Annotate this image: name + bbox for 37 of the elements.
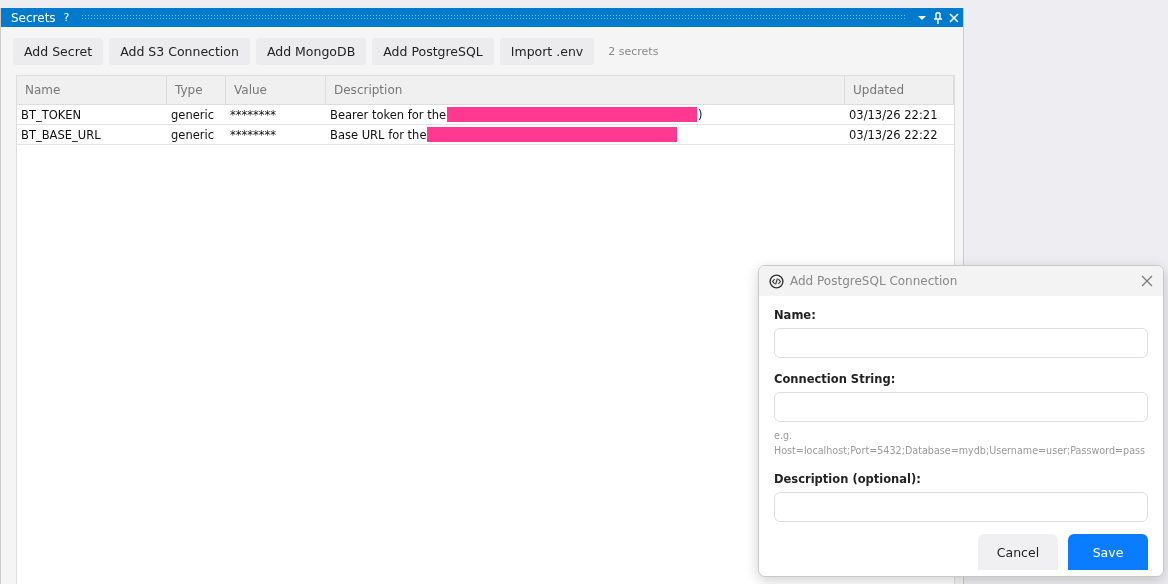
toolbar-button[interactable]: Add PostgreSQL	[372, 38, 494, 65]
field-label: Connection String:	[774, 372, 897, 386]
column-header[interactable]: Type	[167, 76, 226, 104]
column-header[interactable]: Name	[17, 76, 167, 104]
table-cell-text: generic	[170, 127, 215, 142]
field-label: Name:	[774, 308, 817, 322]
table-cell-text: BT_BASE_URL	[20, 127, 102, 142]
cancel-button[interactable]: Cancel	[978, 534, 1058, 570]
table-cell-text: ********	[229, 107, 277, 122]
table-cell: Base URL for the	[330, 127, 427, 142]
table-cell: Bearer token for the	[330, 107, 447, 122]
column-header[interactable]: Description	[326, 76, 845, 104]
table-cell-text: 03/13/26 22:22	[848, 127, 939, 142]
panel-title: Secrets	[11, 10, 56, 25]
table-cell-text: BT_TOKEN	[20, 107, 83, 122]
secret-count: 2 secrets	[608, 45, 659, 58]
help-link[interactable]: ?	[63, 11, 70, 24]
column-header[interactable]: Updated	[845, 76, 954, 104]
toolbar-button[interactable]: Add MongoDB	[255, 38, 367, 65]
table-cell: )	[698, 107, 703, 122]
dialog-title: Add PostgreSQL Connection	[790, 274, 958, 288]
input-field[interactable]	[774, 392, 1148, 422]
toolbar-button[interactable]: Add Secret	[13, 38, 104, 65]
column-header[interactable]: Value	[226, 76, 326, 104]
code-icon	[769, 273, 784, 289]
pin-icon[interactable]	[933, 11, 943, 24]
close-icon[interactable]	[1141, 275, 1153, 287]
table-cell-text: generic	[170, 107, 215, 122]
save-button[interactable]: Save	[1068, 534, 1148, 570]
table-cell-text: ********	[229, 127, 277, 142]
toolbar-button[interactable]: Add S3 Connection	[109, 38, 250, 65]
table-cell-text: 03/13/26 22:21	[848, 107, 939, 122]
field-hint: e.g. Host=localhost;Port=5432;Database=mydb;Username=user;Password=pass	[774, 429, 1144, 458]
toolbar-button[interactable]: Import .env	[499, 38, 595, 65]
input-field[interactable]	[774, 328, 1148, 358]
input-field[interactable]	[774, 492, 1148, 522]
field-label: Description (optional):	[774, 472, 922, 486]
